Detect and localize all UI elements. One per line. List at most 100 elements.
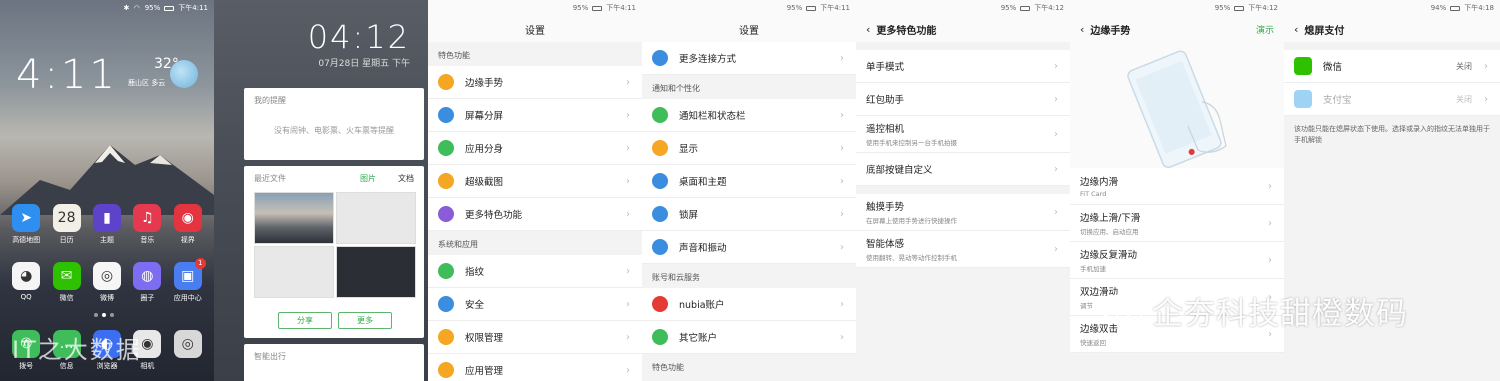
app-label: 微博 (99, 294, 114, 302)
row-subtitle: 在屏幕上使用手势进行快捷操作 (866, 217, 957, 225)
settings-row[interactable]: 应用分身 › (428, 132, 642, 165)
shade-clock: 04:12 (307, 18, 410, 56)
settings-row[interactable]: 其它账户 › (642, 321, 856, 354)
share-button[interactable]: 分享 (278, 312, 332, 329)
app-weibo[interactable]: ◎ 微博 (90, 262, 124, 303)
settings-row[interactable]: nubia账户 › (642, 288, 856, 321)
chevron-right-icon: › (626, 208, 630, 220)
settings-row[interactable]: 红包助手 › (856, 83, 1070, 116)
settings-row[interactable]: 底部按键自定义 › (856, 153, 1070, 186)
app-clone-icon (438, 140, 454, 156)
settings-row[interactable]: 边缘内滑 FiT Card › (1070, 168, 1284, 205)
row-label: 超级截图 (465, 177, 504, 188)
app-map[interactable]: ➤ 高德地图 (9, 204, 43, 245)
settings-row[interactable]: 桌面和主题 › (642, 165, 856, 198)
row-label: nubia账户 (679, 300, 725, 311)
row-label: 智能体感 (866, 239, 905, 250)
more-button[interactable]: 更多 (338, 312, 392, 329)
app-circle[interactable]: ◍ 圈子 (130, 262, 164, 303)
settings-row[interactable]: 声音和振动 › (642, 231, 856, 264)
back-arrow-icon[interactable]: ‹ (866, 23, 870, 36)
settings-row[interactable]: 遥控相机 使用手机来控制另一台手机拍摄 › (856, 116, 1070, 153)
battery-percent: 95% (786, 4, 803, 12)
row-subtitle: 使用手机来控制另一台手机拍摄 (866, 139, 957, 147)
app-app-center[interactable]: ▣ 1 应用中心 (171, 258, 206, 303)
settings-row[interactable]: 通知栏和状态栏 › (642, 99, 856, 132)
settings-row[interactable]: 权限管理 › (428, 321, 642, 354)
weibo-icon: ◎ (92, 262, 121, 290)
app-wechat[interactable]: ✉ 微信 (50, 262, 84, 303)
row-value: 关闭 (1456, 94, 1472, 104)
section-header: 系统和应用 (438, 240, 478, 249)
thumbnail[interactable] (254, 246, 334, 298)
app-music[interactable]: ♫ 音乐 (130, 204, 164, 245)
settings-row[interactable]: 边缘手势 › (428, 66, 642, 99)
app-label: 主题 (99, 236, 114, 244)
chevron-right-icon: › (626, 142, 630, 154)
app-calendar[interactable]: 28 日历 (50, 204, 84, 245)
settings-screen-1: 95% 下午4:11 设置 特色功能 边缘手势 › 屏幕分屏 › 应用分身 › 超级截图 › 更… (428, 0, 642, 381)
row-label: 边缘反复滑动 (1080, 250, 1138, 261)
settings-row[interactable]: 屏幕分屏 › (428, 99, 642, 132)
reminder-title: 我的提醒 (254, 96, 286, 105)
chevron-right-icon: › (1484, 93, 1488, 105)
row-label: 底部按键自定义 (866, 165, 933, 176)
chevron-right-icon: › (1484, 60, 1488, 72)
settings-row[interactable]: 微信 关闭 › (1284, 50, 1500, 83)
settings-row[interactable]: 智能体感 使用翻转、晃动等动作控制手机 › (856, 231, 1070, 268)
reminder-card[interactable]: 我的提醒 没有闹钟、电影票、火车票等提醒 (244, 88, 424, 160)
settings-row[interactable]: 指纹 › (428, 255, 642, 288)
settings-row[interactable]: 安全 › (428, 288, 642, 321)
status-bar: ✱ ◠ 95% 下午4:11 (0, 0, 214, 16)
home-clock[interactable]: 4:11 (16, 52, 118, 98)
app-label: 圈子 (140, 294, 155, 302)
row-label: 安全 (465, 300, 485, 311)
recent-files-card[interactable]: 最近文件 图片 文档 分享 更多 (244, 166, 424, 338)
settings-row[interactable]: 支付宝 关闭 › (1284, 83, 1500, 116)
settings-row[interactable]: 边缘上滑/下滑 切换应用、启动应用 › (1070, 205, 1284, 242)
chevron-right-icon: › (840, 52, 844, 64)
page-title: 设置 (642, 16, 856, 42)
section-header: 通知和个性化 (652, 84, 700, 93)
thumbnail[interactable] (336, 246, 416, 298)
app-camera-lens[interactable]: ◎ (171, 330, 205, 371)
tab-documents[interactable]: 文档 (398, 173, 414, 184)
row-label: 指纹 (465, 267, 485, 278)
status-bar: 95% 下午4:12 (1070, 0, 1284, 16)
settings-row[interactable]: 单手模式 › (856, 50, 1070, 83)
app-label: 日历 (59, 236, 74, 244)
smart-travel-card[interactable]: 智能出行 (244, 344, 424, 381)
demo-button[interactable]: 演示 (1256, 23, 1274, 36)
battery-icon (1234, 5, 1245, 11)
chevron-right-icon: › (1054, 163, 1058, 175)
app-label: 音乐 (140, 236, 155, 244)
thumbnail[interactable] (336, 192, 416, 244)
settings-list: 通知栏和状态栏 › 显示 › 桌面和主题 › 锁屏 › 声音和振动 › (642, 99, 856, 264)
section-header: 特色功能 (652, 363, 684, 372)
settings-row[interactable]: 更多连接方式 › (642, 42, 856, 75)
page-indicator (94, 313, 114, 317)
battery-icon (592, 5, 603, 11)
row-label: 边缘上滑/下滑 (1080, 213, 1141, 224)
settings-row[interactable]: 触摸手势 在屏幕上使用手势进行快捷操作 › (856, 194, 1070, 231)
thumbnail[interactable] (254, 192, 334, 244)
chevron-right-icon: › (1268, 254, 1272, 266)
app-theme-brush[interactable]: ▮ 主题 (90, 204, 124, 245)
smart-travel-title: 智能出行 (254, 352, 286, 361)
settings-row[interactable]: 应用管理 › (428, 354, 642, 381)
back-arrow-icon[interactable]: ‹ (1080, 23, 1084, 36)
status-time: 下午4:12 (1034, 4, 1064, 12)
settings-row[interactable]: 边缘反复滑动 手机加速 › (1070, 242, 1284, 279)
app-qq[interactable]: ◕ QQ (9, 262, 43, 303)
chevron-right-icon: › (626, 331, 630, 343)
settings-row[interactable]: 更多特色功能 › (428, 198, 642, 231)
settings-row[interactable]: 锁屏 › (642, 198, 856, 231)
settings-row[interactable]: 超级截图 › (428, 165, 642, 198)
settings-row[interactable]: 显示 › (642, 132, 856, 165)
app-video[interactable]: ◉ 视界 (171, 204, 205, 245)
pay-note: 该功能只能在熄屏状态下使用。选择或录入的指纹无法单独用于手机解锁 (1294, 125, 1490, 144)
theme-brush-icon: ▮ (92, 204, 121, 232)
tab-pictures[interactable]: 图片 (360, 173, 376, 184)
back-arrow-icon[interactable]: ‹ (1294, 23, 1298, 36)
settings-list: 指纹 › 安全 › 权限管理 › 应用管理 › (428, 255, 642, 381)
